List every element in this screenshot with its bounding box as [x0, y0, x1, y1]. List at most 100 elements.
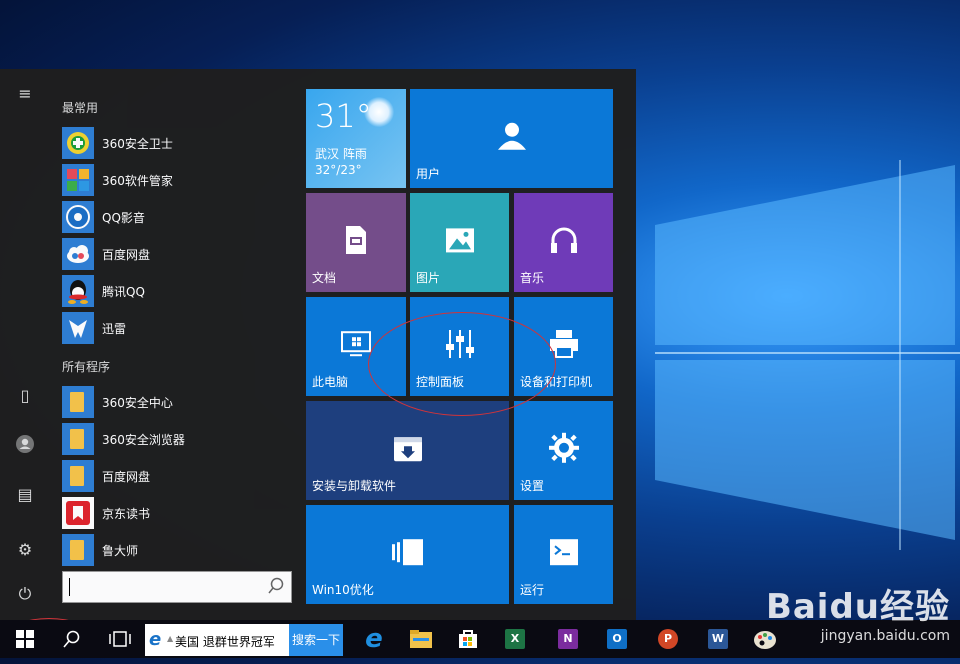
app-360-safeguard[interactable]: 360安全卫士	[62, 126, 298, 160]
folder-icon	[62, 423, 94, 455]
app-label: 360软件管家	[102, 174, 173, 188]
folder-icon	[62, 460, 94, 492]
baidu-netdisk-icon	[62, 238, 94, 270]
weather-temperature: 31°	[315, 97, 372, 135]
document-icon	[346, 225, 366, 254]
search-icon	[63, 630, 80, 648]
store-taskbar-button[interactable]	[445, 620, 491, 658]
app-ludashi[interactable]: 鲁大师	[62, 533, 298, 567]
app-360-security-center[interactable]: 360安全中心	[62, 385, 298, 419]
app-label: 360安全中心	[102, 396, 173, 410]
search-go-button[interactable]: 搜索一下	[289, 624, 343, 656]
task-view-button[interactable]	[97, 620, 143, 658]
start-search-input[interactable]	[62, 571, 292, 603]
settings-gear-tile-icon	[548, 432, 579, 463]
weather-tile[interactable]: 31° 武汉 阵雨 32°/23°	[306, 89, 406, 188]
onenote-taskbar-button[interactable]: N	[545, 620, 591, 658]
outlook-taskbar-button[interactable]: O	[594, 620, 640, 658]
app-label: 京东读书	[102, 507, 151, 521]
user-tile[interactable]: 用户	[410, 89, 613, 188]
app-tencent-qq[interactable]: 腾讯QQ	[62, 274, 298, 308]
run-tile[interactable]: 运行	[514, 505, 613, 604]
360-safeguard-icon	[62, 127, 94, 159]
word-taskbar-button[interactable]: W	[695, 620, 741, 658]
onenote-icon: N	[558, 629, 578, 649]
music-tile[interactable]: 音乐	[514, 193, 613, 292]
start-left-rail: ≡ ▯ ▤ ⚙ ⏻	[0, 69, 50, 620]
frequent-section-header: 最常用	[62, 101, 99, 115]
computer-icon	[341, 330, 371, 356]
taskbar-news-search-box[interactable]: e ▲ 美国 退群世界冠军	[145, 624, 289, 656]
qq-player-icon	[62, 201, 94, 233]
edge-taskbar-button[interactable]: e	[351, 620, 397, 658]
tile-label: 音乐	[520, 271, 545, 285]
app-label: QQ影音	[102, 211, 145, 225]
weather-range: 32°/23°	[315, 163, 362, 177]
word-icon: W	[708, 629, 728, 649]
task-view-icon	[109, 631, 131, 647]
tile-label: 此电脑	[312, 375, 349, 389]
watermark-brand: Baidu经验	[765, 587, 950, 627]
tile-label: 文档	[312, 271, 337, 285]
powerpoint-taskbar-button[interactable]: P	[645, 620, 691, 658]
app-list: 最常用 360安全卫士 360软件管家 QQ影音 百度网盘 腾讯QQ 迅雷 所有…	[50, 69, 296, 620]
edge-icon: e	[365, 624, 383, 654]
tile-label: 安装与卸载软件	[312, 479, 397, 493]
ie-icon: e	[149, 629, 162, 650]
windows-logo-icon	[16, 630, 34, 648]
weather-city-condition: 武汉 阵雨	[315, 147, 367, 161]
news-text: 美国 退群世界冠军	[175, 635, 275, 649]
app-label: 百度网盘	[102, 470, 151, 484]
text-caret	[69, 578, 70, 596]
powerpoint-icon: P	[658, 629, 678, 649]
user-account-icon[interactable]	[14, 434, 36, 456]
xunlei-icon	[62, 312, 94, 344]
app-label: 鲁大师	[102, 544, 139, 558]
windows-wallpaper-logo	[655, 160, 960, 550]
cortana-search-button[interactable]	[48, 620, 94, 658]
search-icon[interactable]	[267, 577, 285, 595]
annotation-circle-control-panel	[368, 312, 556, 416]
app-label: 腾讯QQ	[102, 285, 145, 299]
app-label: 360安全浏览器	[102, 433, 185, 447]
file-explorer-rail-icon[interactable]: ▤	[14, 484, 36, 506]
picture-icon	[445, 227, 474, 252]
excel-icon: X	[505, 629, 525, 649]
win10-optimize-tile[interactable]: Win10优化	[306, 505, 509, 604]
headphones-icon	[550, 227, 577, 253]
settings-gear-icon[interactable]: ⚙	[14, 539, 36, 561]
app-qq-player[interactable]: QQ影音	[62, 200, 298, 234]
hamburger-menu-icon[interactable]: ≡	[14, 83, 36, 105]
file-explorer-taskbar-button[interactable]	[398, 620, 444, 658]
tile-label: Win10优化	[312, 583, 374, 597]
tablet-mode-icon[interactable]: ▯	[14, 385, 36, 407]
run-terminal-icon	[549, 538, 578, 565]
watermark-url: jingyan.baidu.com	[820, 628, 950, 644]
baidu-jingyan-watermark: Baidu经验 jingyan.baidu.com	[766, 579, 950, 644]
tile-label: 用户	[416, 167, 441, 181]
app-jd-reader[interactable]: 京东读书	[62, 496, 298, 530]
jd-reader-icon	[62, 497, 94, 529]
caret-up-icon: ▲	[167, 634, 174, 643]
install-uninstall-tile[interactable]: 安装与卸载软件	[306, 401, 509, 500]
app-label: 迅雷	[102, 322, 127, 336]
app-label: 360安全卫士	[102, 137, 173, 151]
win10-optimize-icon	[391, 538, 423, 565]
folder-icon	[62, 534, 94, 566]
app-xunlei[interactable]: 迅雷	[62, 311, 298, 345]
app-baidu-netdisk[interactable]: 百度网盘	[62, 237, 298, 271]
app-baidu-netdisk-folder[interactable]: 百度网盘	[62, 459, 298, 493]
pictures-tile[interactable]: 图片	[410, 193, 509, 292]
software-box-download-icon	[393, 436, 422, 461]
windows-start-button[interactable]	[2, 620, 48, 658]
power-icon[interactable]: ⏻	[14, 583, 36, 605]
folder-icon	[62, 386, 94, 418]
all-programs-header: 所有程序	[62, 360, 111, 374]
360-software-manager-icon	[62, 164, 94, 196]
settings-tile[interactable]: 设置	[514, 401, 613, 500]
app-360-software-manager[interactable]: 360软件管家	[62, 163, 298, 197]
excel-taskbar-button[interactable]: X	[492, 620, 538, 658]
documents-tile[interactable]: 文档	[306, 193, 406, 292]
app-360-browser[interactable]: 360安全浏览器	[62, 422, 298, 456]
tencent-qq-icon	[62, 275, 94, 307]
